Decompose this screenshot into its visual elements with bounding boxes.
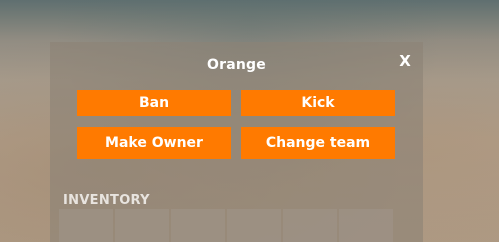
close-button[interactable]: X (398, 51, 412, 71)
make-owner-button[interactable]: Make Owner (77, 127, 231, 159)
inventory-slot[interactable] (59, 209, 113, 242)
player-menu-panel: Orange X Ban Kick Make Owner Change team… (50, 42, 423, 242)
ban-button[interactable]: Ban (77, 90, 231, 116)
inventory-slots (59, 209, 395, 242)
inventory-label: INVENTORY (63, 193, 150, 208)
inventory-slot[interactable] (283, 209, 337, 242)
change-team-button[interactable]: Change team (241, 127, 395, 159)
inventory-slot[interactable] (227, 209, 281, 242)
inventory-slot[interactable] (339, 209, 393, 242)
inventory-slot[interactable] (115, 209, 169, 242)
inventory-slot[interactable] (171, 209, 225, 242)
kick-button[interactable]: Kick (241, 90, 395, 116)
player-name-title: Orange (207, 57, 266, 73)
